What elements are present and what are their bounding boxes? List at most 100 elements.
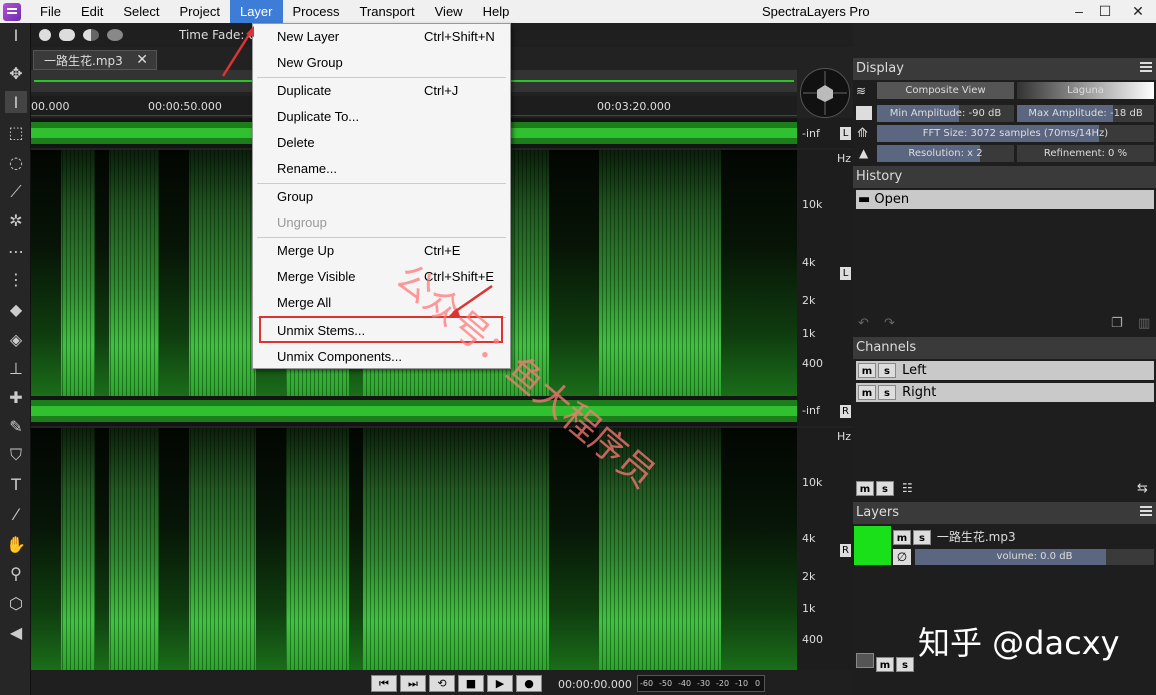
redo-icon[interactable]: ↷ (884, 316, 895, 331)
go-to-start-icon[interactable]: ⏮ (371, 675, 397, 692)
brush-half-icon[interactable] (83, 29, 99, 41)
undo-icon[interactable]: ↶ (858, 316, 869, 331)
eyedropper-icon[interactable]: ⁄ (5, 503, 27, 525)
menu-item-new-group[interactable]: New Group (253, 50, 510, 76)
healing-icon[interactable]: ✚ (5, 386, 27, 408)
shuffle-icon[interactable]: ⇆ (1137, 481, 1148, 496)
channel-right[interactable]: ms Right (856, 383, 1154, 402)
solo-button[interactable]: s (913, 530, 931, 545)
minimize-icon[interactable]: – (1071, 3, 1087, 19)
layer-row[interactable]: ms 一路生花.mp3 (893, 528, 1016, 546)
time-marker-icon[interactable]: ⋮ (5, 268, 27, 290)
menu-item-label: New Group (277, 55, 343, 70)
fft-size-slider[interactable]: FFT Size: 3072 samples (70ms/14Hz) (877, 125, 1154, 142)
menu-item-ungroup: Ungroup (253, 210, 510, 236)
waveform-right[interactable] (31, 396, 797, 426)
panel-title: Display (856, 61, 904, 76)
phase-invert-icon[interactable]: ∅ (893, 549, 911, 565)
menu-project[interactable]: Project (170, 0, 230, 23)
go-to-end-icon[interactable]: ⏭ (400, 675, 426, 692)
close-tab-icon[interactable]: ✕ (136, 52, 148, 68)
menu-item-duplicate[interactable]: Duplicate Ctrl+J (253, 78, 510, 104)
amplitude-eraser-icon[interactable]: ◈ (5, 328, 27, 350)
pencil-icon[interactable]: ✎ (5, 415, 27, 437)
speaker-icon[interactable]: ◀ (5, 621, 27, 643)
channel-left[interactable]: ms Left (856, 361, 1154, 380)
clone-stamp-icon[interactable]: ⊥ (5, 357, 27, 379)
menu-help[interactable]: Help (473, 0, 520, 23)
paint-bucket-icon[interactable]: ⛉ (5, 444, 27, 466)
loop-icon[interactable]: ⟲ (429, 675, 455, 692)
text-tool-icon[interactable]: T (5, 473, 27, 495)
record-icon[interactable]: ● (516, 675, 542, 692)
eraser-icon[interactable]: ◆ (5, 298, 27, 320)
time-selection-icon[interactable]: I (5, 91, 27, 113)
volume-slider[interactable]: volume: 0.0 dB (915, 549, 1154, 565)
solo-button[interactable]: s (878, 363, 896, 378)
min-amplitude-slider[interactable]: Min Amplitude: -90 dB (877, 105, 1014, 122)
time-fade-label: Time Fade: 0 (179, 28, 256, 42)
menu-item-merge-up[interactable]: Merge Up Ctrl+E (253, 238, 510, 264)
menu-transport[interactable]: Transport (349, 0, 424, 23)
3d-view-icon[interactable]: ⬡ (5, 592, 27, 614)
menu-item-group[interactable]: Group (253, 184, 510, 210)
navigator-compass[interactable] (800, 68, 850, 118)
composite-view-button[interactable]: Composite View (877, 82, 1014, 99)
menu-process[interactable]: Process (283, 0, 350, 23)
list-icon[interactable]: ☷ (902, 481, 913, 495)
solo-button[interactable]: s (878, 385, 896, 400)
menu-item-duplicate-to[interactable]: Duplicate To... (253, 104, 510, 130)
max-amplitude-value: Max Amplitude: -18 dB (1028, 108, 1143, 119)
lasso-icon[interactable]: ◌ (5, 151, 27, 173)
transport-bar: ⏮ ⏭ ⟲ ■ ▶ ● 00:00:00.000 -60 -50 -40 -30… (31, 670, 853, 695)
history-item-open[interactable]: ▬ Open (856, 190, 1154, 209)
menu-item-merge-visible[interactable]: Merge Visible Ctrl+Shift+E (253, 264, 510, 290)
mute-all-button[interactable]: m (876, 657, 894, 672)
trash-icon[interactable]: ▥ (1138, 316, 1150, 331)
solo-all-button[interactable]: s (896, 657, 914, 672)
menu-select[interactable]: Select (113, 0, 169, 23)
max-amplitude-slider[interactable]: Max Amplitude: -18 dB (1017, 105, 1154, 122)
magic-wand-icon[interactable]: ✲ (5, 209, 27, 231)
mute-all-button[interactable]: m (856, 481, 874, 496)
brush-select-icon[interactable]: ⟋ (5, 181, 27, 203)
move-tool-icon[interactable]: ✥ (5, 62, 27, 84)
menu-item-rename[interactable]: Rename... (253, 156, 510, 182)
close-icon[interactable]: ✕ (1130, 3, 1146, 19)
layers-panel-header: Layers (853, 502, 1156, 524)
solo-all-button[interactable]: s (876, 481, 894, 496)
menu-icon[interactable] (1140, 62, 1152, 64)
menu-item-new-layer[interactable]: New Layer Ctrl+Shift+N (253, 24, 510, 50)
harmonic-select-icon[interactable]: ⋯ (5, 240, 27, 262)
refinement-slider[interactable]: Refinement: 0 % (1017, 145, 1154, 162)
menu-file[interactable]: File (30, 0, 71, 23)
maximize-icon[interactable]: ☐ (1097, 3, 1113, 19)
palette-selector[interactable]: Laguna (1017, 82, 1154, 99)
spectrogram-right[interactable] (31, 428, 797, 670)
tick-label: 00:00:50.000 (148, 100, 222, 113)
stop-icon[interactable]: ■ (458, 675, 484, 692)
mute-button[interactable]: m (858, 363, 876, 378)
channel-label: Right (902, 385, 937, 400)
menu-item-delete[interactable]: Delete (253, 130, 510, 156)
play-icon[interactable]: ▶ (487, 675, 513, 692)
zoom-icon[interactable]: ⚲ (5, 562, 27, 584)
panel-title: Layers (856, 505, 900, 520)
freq-label: 1k (802, 327, 816, 340)
copy-icon[interactable]: ❐ (1111, 316, 1123, 331)
menu-layer[interactable]: Layer (229, 0, 283, 23)
brush-soft-icon[interactable] (59, 29, 75, 41)
text-cursor-icon[interactable]: I (5, 24, 27, 46)
file-tab[interactable]: 一路生花.mp3 ✕ (33, 50, 157, 70)
brush-hard-icon[interactable] (39, 29, 51, 41)
rect-select-icon[interactable]: ⬚ (5, 121, 27, 143)
menu-edit[interactable]: Edit (71, 0, 113, 23)
hand-icon[interactable]: ✋ (5, 533, 27, 555)
brush-empty-icon[interactable] (107, 29, 123, 41)
resolution-slider[interactable]: Resolution: x 2 (877, 145, 1014, 162)
mute-button[interactable]: m (893, 530, 911, 545)
layer-color-button[interactable] (856, 653, 874, 668)
mute-button[interactable]: m (858, 385, 876, 400)
menu-icon[interactable] (1140, 506, 1152, 508)
menu-view[interactable]: View (425, 0, 473, 23)
